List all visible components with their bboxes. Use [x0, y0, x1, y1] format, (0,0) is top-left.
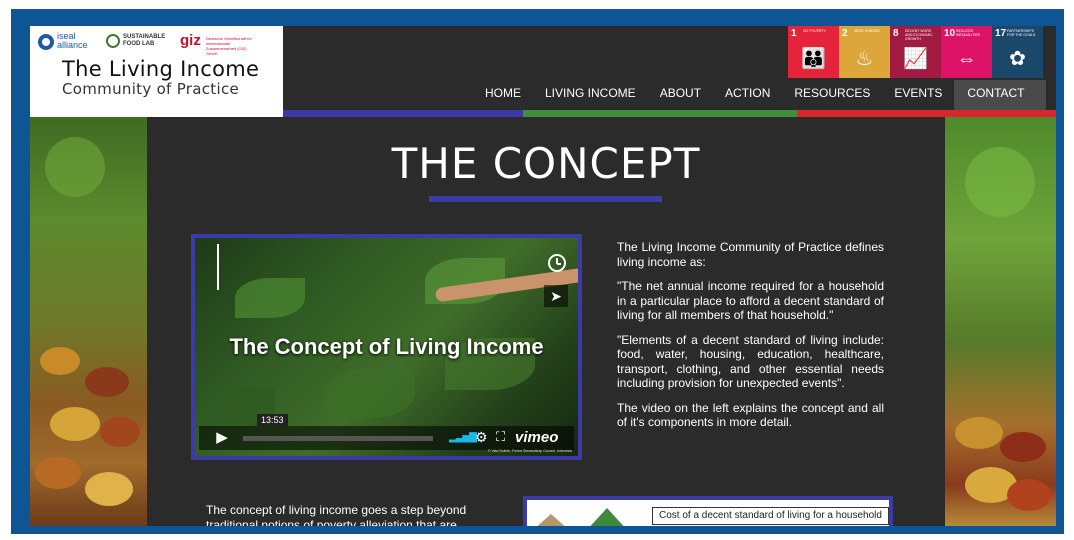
paragraph-elements: "Elements of a decent standard of living… — [617, 332, 884, 391]
sdg-label: Reduced Inequalities — [956, 29, 981, 37]
nav-item-action[interactable]: ACTION — [713, 80, 782, 110]
sdg-number: 10 — [944, 28, 956, 39]
giz-logo: giz Deutsche Gesellschaft für Internatio… — [180, 32, 260, 56]
watch-later-icon[interactable] — [548, 254, 566, 272]
paragraph-intro: The Living Income Community of Practice … — [617, 240, 884, 269]
cost-diagram-label: Cost of a decent standard of living for … — [652, 507, 889, 525]
vimeo-logo[interactable]: vimeo — [515, 429, 558, 446]
flower-icon: ✿ — [1009, 48, 1026, 70]
nav-item-about[interactable]: ABOUT — [648, 80, 713, 110]
logo-area[interactable]: iseal alliance SUSTAINABLE FOOD LAB giz … — [30, 26, 283, 117]
volume-icon[interactable]: ▂▃▅▇ — [449, 432, 477, 443]
nav-item-events[interactable]: EVENTS — [882, 80, 954, 110]
nav-item-resources[interactable]: RESOURCES — [782, 80, 882, 110]
iseal-logo: iseal alliance — [38, 32, 100, 52]
sdg-number: 2 — [842, 28, 848, 39]
play-button[interactable]: ▶ — [207, 429, 237, 447]
giz-subtext: Deutsche Gesellschaft für Internationale… — [206, 36, 252, 56]
website: iseal alliance SUSTAINABLE FOOD LAB giz … — [30, 26, 1056, 526]
video-credit: © Vlad Sokhin, Forest Stewardship Counci… — [487, 449, 572, 453]
sdg-tile-1[interactable]: 1 No Poverty 👪 — [788, 26, 839, 78]
nav-bar-blue — [283, 110, 523, 117]
globe-icon — [106, 34, 120, 48]
video-seek-bar[interactable] — [243, 436, 433, 441]
nav-item-contact[interactable]: CONTACT — [954, 80, 1046, 110]
site-title: The Living Income — [62, 57, 260, 81]
bottom-paragraph: The concept of living income goes a step… — [206, 503, 467, 526]
video-title: The Concept of Living Income — [229, 334, 544, 359]
sdg-number: 17 — [995, 28, 1007, 39]
tree-icon — [585, 508, 629, 526]
video-progress-indicator — [217, 244, 219, 290]
paragraph-definition: "The net annual income required for a ho… — [617, 279, 884, 322]
iseal-mark-icon — [38, 34, 54, 50]
sustainable-food-lab-logo: SUSTAINABLE FOOD LAB — [106, 32, 172, 52]
people-icon: 👪 — [801, 48, 826, 70]
sdg-label: Partnerships for the Goals — [1007, 29, 1036, 37]
equality-icon: ⇔ — [956, 48, 977, 70]
iseal-logo-text: iseal alliance — [57, 31, 88, 50]
cocoa-photo-right — [945, 117, 1056, 526]
sdg-number: 8 — [893, 28, 899, 39]
giz-logo-text: giz — [180, 32, 201, 49]
paragraph-video-note: The video on the left explains the conce… — [617, 400, 884, 430]
bowl-icon: ♨ — [855, 48, 874, 70]
growth-chart-icon: 📈 — [903, 48, 928, 70]
sdg-tile-17[interactable]: 17 Partnerships for the Goals ✿ — [992, 26, 1043, 78]
sdg-tile-8[interactable]: 8 Decent Work and Economic Growth 📈 — [890, 26, 941, 78]
sdg-label: Decent Work and Economic Growth — [905, 29, 933, 41]
nav-color-bar — [283, 110, 1056, 117]
settings-gear-icon[interactable]: ⚙ — [475, 429, 488, 446]
nav-bar-green — [523, 110, 797, 117]
nav-item-living-income[interactable]: LIVING INCOME — [533, 80, 648, 110]
cost-diagram: Cost of a decent standard of living for … — [523, 496, 893, 526]
sdg-label: No Poverty — [803, 29, 826, 33]
sdg-number: 1 — [791, 28, 797, 39]
sdg-tiles: 1 No Poverty 👪 2 Zero Hunger ♨ 8 Decent Work an… — [788, 26, 1043, 78]
sdg-label: Zero Hunger — [854, 29, 880, 33]
sdg-tile-2[interactable]: 2 Zero Hunger ♨ — [839, 26, 890, 78]
page-heading: THE CONCEPT — [391, 139, 701, 188]
video-controls: ▶ ▂▃▅▇ ⚙ ⛶ vimeo — [199, 426, 574, 450]
sfl-logo-text: SUSTAINABLE FOOD LAB — [123, 34, 166, 47]
house-icon — [533, 514, 569, 526]
main-nav: HOME LIVING INCOME ABOUT ACTION RESOURCES EVE… — [473, 80, 1046, 110]
sdg-tile-10[interactable]: 10 Reduced Inequalities ⇔ — [941, 26, 992, 78]
video-duration: 13:53 — [257, 414, 288, 426]
heading-underline — [429, 196, 662, 202]
fullscreen-icon[interactable]: ⛶ — [496, 429, 505, 445]
video-player[interactable]: ➤ The Concept of Living Income 13:53 ▶ ▂… — [191, 234, 582, 460]
nav-item-home[interactable]: HOME — [473, 80, 533, 110]
site-subtitle: Community of Practice — [62, 80, 240, 98]
concept-text: The Living Income Community of Practice … — [617, 240, 884, 440]
cocoa-photo-left — [30, 117, 147, 526]
nav-bar-red — [797, 110, 1056, 117]
share-icon[interactable]: ➤ — [544, 285, 568, 307]
